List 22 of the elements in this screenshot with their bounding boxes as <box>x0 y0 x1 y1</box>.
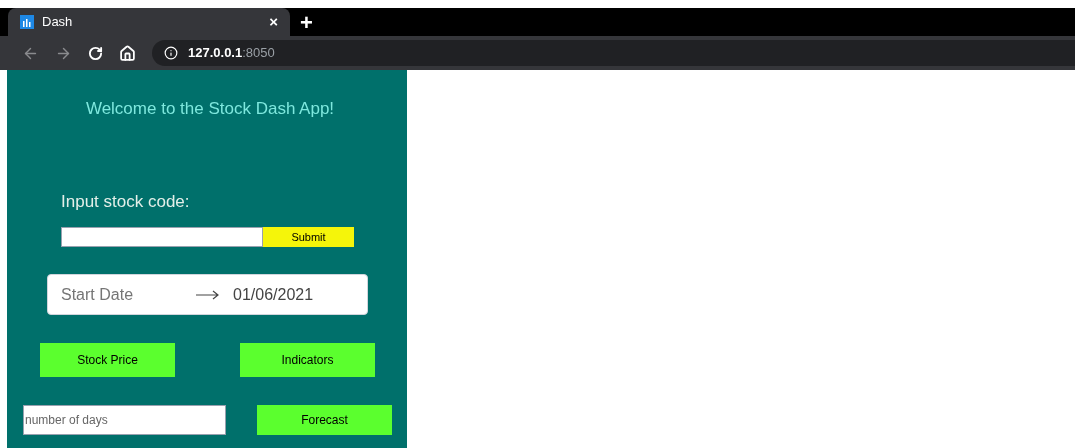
address-bar[interactable]: 127.0.0.1:8050 <box>152 40 1075 66</box>
info-icon[interactable] <box>164 46 178 60</box>
stock-code-input[interactable] <box>61 227 263 247</box>
reload-icon[interactable] <box>88 45 103 61</box>
start-date-placeholder: Start Date <box>61 284 135 305</box>
forecast-button[interactable]: Forecast <box>257 405 392 435</box>
browser-tab[interactable]: Dash × <box>8 8 290 36</box>
home-icon[interactable] <box>119 44 136 62</box>
end-date-value: 01/06/2021 <box>233 284 314 305</box>
days-input[interactable]: number of days <box>23 405 226 435</box>
chart-icon <box>20 15 34 29</box>
chart-button[interactable]: Indicators <box>240 343 375 377</box>
chart-button[interactable]: Stock Price <box>40 343 175 377</box>
stock-code-label: Input stock code: <box>61 190 191 213</box>
close-tab-button[interactable]: × <box>269 10 278 34</box>
submit-button[interactable]: Submit <box>263 227 354 247</box>
new-tab-button[interactable]: + <box>300 12 313 34</box>
arrow-icon <box>196 289 220 300</box>
url-text: 127.0.0.1:8050 <box>188 44 275 63</box>
tab-title: Dash <box>42 13 74 32</box>
welcome-heading: Welcome to the Stock Dash App! <box>84 98 335 120</box>
date-range-picker[interactable]: Start Date 01/06/2021 <box>47 274 368 315</box>
